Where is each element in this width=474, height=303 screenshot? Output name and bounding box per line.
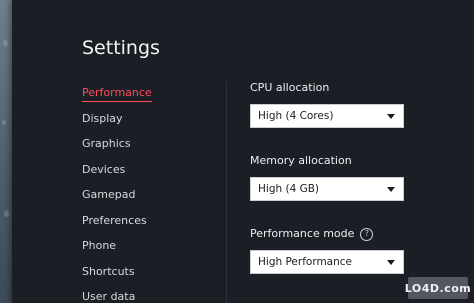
desktop-background: Settings Performance Display Graphics De…: [0, 0, 474, 303]
chevron-down-icon: [387, 113, 395, 119]
watermark-logo: LO4D.com: [404, 277, 472, 299]
sidebar-item-label: Shortcuts: [82, 264, 135, 278]
sidebar-item-display[interactable]: Display: [82, 111, 222, 137]
water-drop: [2, 120, 6, 125]
memory-allocation-field: Memory allocation High (4 GB): [250, 153, 450, 201]
sidebar-item-label: Gamepad: [82, 188, 136, 201]
sidebar-item-devices[interactable]: Devices: [82, 162, 222, 188]
performance-panel: CPU allocation High (4 Cores) Memory all…: [250, 80, 450, 299]
sidebar-divider: [226, 82, 227, 303]
performance-mode-value: High Performance: [258, 256, 353, 268]
sidebar-item-preferences[interactable]: Preferences: [82, 213, 222, 239]
performance-mode-field: Performance mode ? High Performance: [250, 226, 450, 274]
sidebar-item-phone[interactable]: Phone: [82, 238, 222, 264]
cpu-allocation-label-text: CPU allocation: [250, 81, 330, 94]
sidebar-item-shortcuts[interactable]: Shortcuts: [82, 264, 222, 290]
chevron-down-icon: [387, 186, 395, 192]
cpu-allocation-field: CPU allocation High (4 Cores): [250, 80, 450, 128]
sidebar-item-label: User data: [82, 290, 136, 303]
sidebar-item-label: Performance: [82, 85, 152, 102]
sidebar-item-user-data[interactable]: User data: [82, 289, 222, 303]
sidebar-item-graphics[interactable]: Graphics: [82, 136, 222, 162]
sidebar-item-label: Display: [82, 111, 123, 125]
memory-allocation-label-text: Memory allocation: [250, 154, 352, 167]
settings-sidebar: Performance Display Graphics Devices Gam…: [82, 85, 222, 303]
cpu-allocation-label: CPU allocation: [250, 80, 450, 96]
sidebar-item-label: Devices: [82, 162, 126, 176]
performance-mode-label: Performance mode ?: [250, 226, 450, 242]
water-drop: [4, 210, 9, 217]
sidebar-item-label: Preferences: [82, 213, 147, 227]
watermark-logo-text: LO4D.com: [404, 281, 472, 295]
sidebar-item-label: Phone: [82, 239, 117, 252]
performance-mode-label-text: Performance mode: [250, 227, 355, 240]
sidebar-item-gamepad[interactable]: Gamepad: [82, 187, 222, 213]
chevron-down-icon: [387, 259, 395, 265]
memory-allocation-select[interactable]: High (4 GB): [250, 177, 404, 201]
cpu-allocation-select[interactable]: High (4 Cores): [250, 104, 404, 128]
cpu-allocation-value: High (4 Cores): [258, 110, 334, 122]
sidebar-item-label: Graphics: [82, 137, 131, 150]
performance-mode-select[interactable]: High Performance: [250, 250, 404, 274]
page-title: Settings: [82, 37, 160, 59]
help-circle-icon[interactable]: ?: [360, 227, 374, 241]
water-drop: [3, 40, 8, 46]
memory-allocation-value: High (4 GB): [258, 183, 320, 195]
settings-window: Settings Performance Display Graphics De…: [12, 0, 474, 303]
memory-allocation-label: Memory allocation: [250, 153, 450, 169]
sidebar-item-performance[interactable]: Performance: [82, 85, 222, 111]
